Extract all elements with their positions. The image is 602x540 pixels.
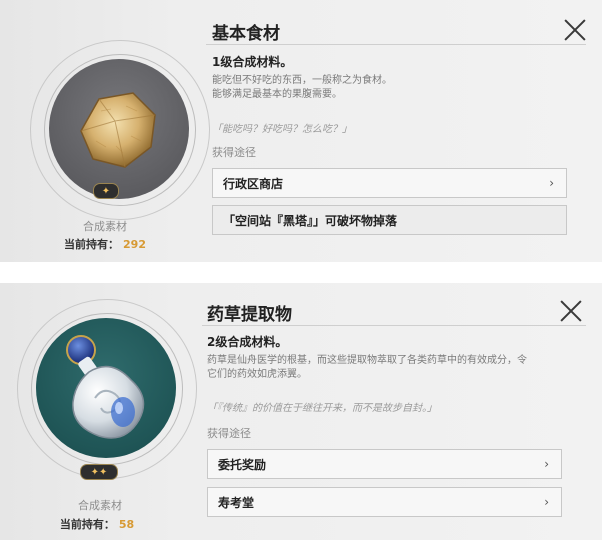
description-line-2: 能够满足最基本的果腹需要。 (212, 89, 342, 100)
holding-count-value: 58 (118, 518, 135, 531)
item-quote: 「能吃吗？好吃吗？怎么吃？」 (212, 124, 352, 135)
source-label: 获得途径 (207, 427, 251, 440)
item-title: 药草提取物 (207, 305, 292, 325)
item-icon-background (36, 318, 176, 458)
herb-extract-bottle-icon (66, 335, 145, 439)
source-button-commission[interactable]: 委托奖励 › (207, 449, 562, 479)
rarity-badge: ✦✦ (80, 464, 118, 480)
description-line-2: 它们的药效如虎添翼。 (207, 369, 307, 380)
chevron-right-icon: › (549, 176, 554, 190)
item-description: 药草是仙舟医学的根基，而这些提取物萃取了各类药草中的有效成分，令 它们的药效如虎… (207, 354, 527, 382)
holding-label: 当前持有： (59, 518, 115, 531)
title-divider (206, 44, 586, 45)
source-label: 获得途径 (212, 146, 256, 159)
item-level-text: 2级合成材料。 (207, 335, 288, 349)
source-button-label: 寿考堂 (218, 495, 255, 510)
holding-count: 当前持有： 292 (40, 236, 170, 252)
close-icon[interactable] (563, 18, 587, 42)
source-item-label: 「空间站『黑塔』」可破坏物掉落 (223, 213, 398, 228)
rarity-badge: ✦ (93, 183, 119, 199)
source-item-drop: 「空间站『黑塔』」可破坏物掉落 (212, 205, 567, 235)
chevron-right-icon: › (544, 495, 549, 509)
item-level-text: 1级合成材料。 (212, 55, 293, 69)
holding-label: 当前持有： (64, 238, 120, 251)
item-category-label: 合成素材 (78, 499, 122, 512)
item-detail-panel-2: ✦✦ 合成素材 当前持有： 58 药草提取物 2级合成材料。 药草是仙舟医学的根基… (0, 283, 602, 540)
close-icon[interactable] (559, 299, 583, 323)
item-description: 能吃但不好吃的东西，一般称之为食材。 能够满足最基本的果腹需要。 (212, 74, 392, 102)
source-button-label: 委托奖励 (218, 457, 267, 472)
food-ingredient-icon (80, 92, 156, 168)
item-title: 基本食材 (212, 24, 280, 44)
source-button-label: 行政区商店 (223, 176, 284, 191)
item-detail-panel-1: ✦ 合成素材 当前持有： 292 基本食材 1级合成材料。 能吃但不好吃的东西，一… (0, 0, 602, 262)
item-quote: 「『传统』的价值在于继往开来，而不是故步自封。」 (207, 403, 437, 414)
item-icon-background (49, 59, 189, 199)
source-button-shop[interactable]: 行政区商店 › (212, 168, 567, 198)
title-divider (202, 325, 586, 326)
source-button-shoukao-hall[interactable]: 寿考堂 › (207, 487, 562, 517)
item-category-label: 合成素材 (83, 220, 127, 233)
holding-count-value: 292 (123, 238, 146, 251)
description-line-1: 药草是仙舟医学的根基，而这些提取物萃取了各类药草中的有效成分，令 (207, 355, 527, 366)
chevron-right-icon: › (544, 457, 549, 471)
holding-count: 当前持有： 58 (32, 516, 162, 532)
description-line-1: 能吃但不好吃的东西，一般称之为食材。 (212, 75, 392, 86)
